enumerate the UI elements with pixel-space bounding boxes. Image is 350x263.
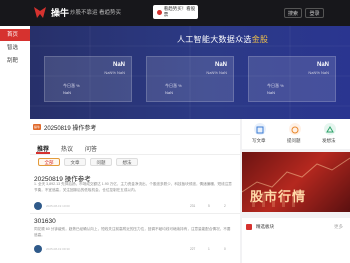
hero-banner: 人工智能大数据众选金股 NaN NaN% NaN 今日涨 % NaN NaN N… xyxy=(30,26,350,119)
post-idea-label[interactable]: 发想法 xyxy=(322,138,336,144)
stock-card-value: NaN xyxy=(316,62,329,68)
stock-card-price: NaN xyxy=(165,90,174,95)
top-navigation-bar: 操牛 炒股不靠运 看趋势买 看趋势买！看股票 搜索 登录 xyxy=(0,0,350,26)
divider xyxy=(30,154,240,155)
stock-card-label: 今日涨 % xyxy=(63,83,80,88)
tab-qa[interactable]: 问答 xyxy=(85,144,97,153)
main-feed: 操牛 20250819 操作参考 推荐 热议 问答 全部 文章 问题 想法 20… xyxy=(30,119,240,263)
post-idea-icon[interactable] xyxy=(324,123,336,135)
more-link[interactable]: 更多 xyxy=(334,224,343,230)
banner-title-highlight: 金股 xyxy=(251,35,269,44)
stock-card[interactable]: NaN NaN% NaN 今日涨 % NaN xyxy=(146,56,234,102)
ask-question-label[interactable]: 提问题 xyxy=(287,138,301,144)
post-views: 227 xyxy=(190,247,196,251)
feed-title[interactable]: 20250819 操作参考 xyxy=(44,123,96,132)
stock-card-label: 今日涨 % xyxy=(267,83,284,88)
write-article-label[interactable]: 写文章 xyxy=(252,138,266,144)
filter-chip-article[interactable]: 文章 xyxy=(64,158,86,166)
post-time: 2025-08-19 10:00 xyxy=(46,204,70,208)
stock-card-value: NaN xyxy=(214,62,227,68)
stock-card[interactable]: NaN NaN% NaN 今日涨 % NaN xyxy=(248,56,336,102)
avatar[interactable] xyxy=(34,245,42,253)
sidebar-item-target[interactable]: 刮靶 xyxy=(0,55,30,67)
notice-pill[interactable]: 看趋势买！看股票 xyxy=(153,5,198,19)
post-time: 2025-08-19 09:30 xyxy=(46,247,70,251)
write-article-icon[interactable] xyxy=(254,123,266,135)
feed-badge: 操牛 xyxy=(33,124,41,130)
notice-text: 看趋势买！看股票 xyxy=(163,6,196,17)
stock-card-change: NaN% NaN xyxy=(104,70,125,75)
brand-slogan: 炒股不靠运 看趋势买 xyxy=(70,10,122,16)
post-views: 231 xyxy=(190,204,196,208)
sidebar-item-smart-pick[interactable]: 智选 xyxy=(0,42,30,54)
promo-banner[interactable]: 股市行情 xyxy=(242,152,350,212)
stock-card-value: NaN xyxy=(112,62,125,68)
right-panel: 写文章 提问题 发想法 股市行情 精选板块 更多 xyxy=(242,119,350,263)
notice-dot-icon xyxy=(157,9,162,15)
post-likes[interactable]: 5 xyxy=(208,204,210,208)
filter-chip-all[interactable]: 全部 xyxy=(38,158,60,166)
avatar[interactable] xyxy=(34,202,42,210)
section-title: 精选板块 xyxy=(256,224,274,229)
divider xyxy=(30,134,240,135)
left-sidebar: 首页 智选 刮靶 xyxy=(0,26,30,263)
stock-card-change: NaN% NaN xyxy=(206,70,227,75)
stock-card-label: 今日涨 % xyxy=(165,83,182,88)
featured-section: 精选板块 更多 xyxy=(242,218,350,263)
quick-actions: 写文章 提问题 发想法 xyxy=(242,119,350,149)
filter-chip-question[interactable]: 问题 xyxy=(90,158,112,166)
stock-card-price: NaN xyxy=(63,90,72,95)
ask-question-icon[interactable] xyxy=(289,123,301,135)
post-likes[interactable]: 1 xyxy=(208,247,210,251)
banner-title: 人工智能大数据众选金股 xyxy=(177,34,268,45)
banner-title-prefix: 人工智能大数据众选 xyxy=(177,35,252,44)
post-body[interactable]: 1. 全天 3,892.13 先抑后扬，市场成交额达 1.90 万亿，主力资金净… xyxy=(34,182,234,193)
post-title[interactable]: 301630 xyxy=(34,218,56,225)
section-flag-icon xyxy=(246,224,252,230)
promo-text: 股市行情 xyxy=(250,189,307,204)
filter-chip-idea[interactable]: 想法 xyxy=(116,158,138,166)
sidebar-item-home[interactable]: 首页 xyxy=(0,29,30,41)
post-comments[interactable]: 0 xyxy=(224,247,226,251)
login-button[interactable]: 登录 xyxy=(305,8,324,18)
bull-logo-icon[interactable] xyxy=(34,7,46,18)
divider xyxy=(30,213,240,214)
tab-hot[interactable]: 热议 xyxy=(61,144,73,153)
stock-card-price: NaN xyxy=(267,90,276,95)
stock-card-change: NaN% NaN xyxy=(308,70,329,75)
brand-name[interactable]: 操牛 xyxy=(51,6,69,19)
search-button[interactable]: 搜索 xyxy=(284,8,302,18)
post-body[interactable]: 同花顺 60 分钟级别，趋势已经确认向上，短线关注前高附近的压力位，回调不破均线… xyxy=(34,227,234,238)
post-comments[interactable]: 2 xyxy=(224,204,226,208)
stock-card[interactable]: NaN NaN% NaN 今日涨 % NaN xyxy=(44,56,132,102)
